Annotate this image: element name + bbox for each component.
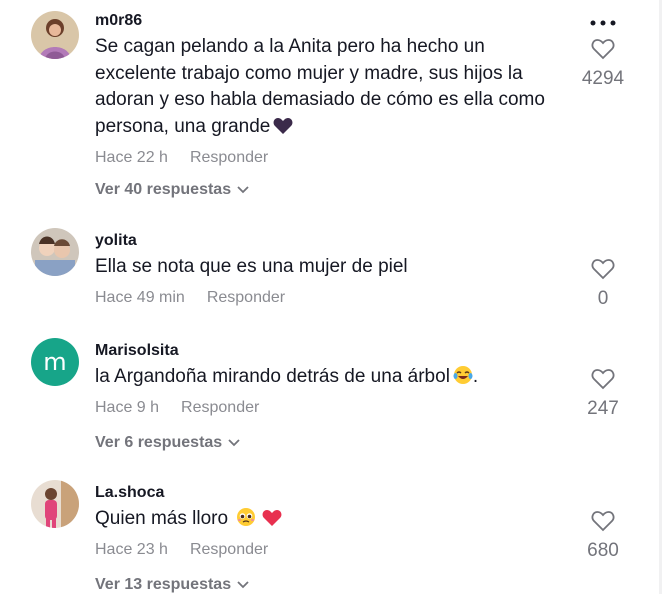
comment-time: Hace 22 h [95, 149, 168, 166]
comment-item: m0r86 Se cagan pelando a la Anita pero h… [0, 0, 662, 210]
more-options-icon[interactable] [589, 14, 617, 32]
comment-username[interactable]: Marisolsita [95, 342, 179, 360]
view-replies-button[interactable]: Ver 40 respuestas [95, 181, 249, 199]
comment-text-body: Se cagan pelando a la Anita pero ha hech… [95, 36, 545, 137]
pleading-face-icon [236, 507, 256, 536]
comment-meta: Hace 22 h Responder [95, 149, 268, 167]
avatar[interactable] [31, 228, 79, 276]
like-count: 680 [587, 540, 619, 561]
view-replies-label: Ver 6 respuestas [95, 434, 223, 452]
view-replies-button[interactable]: Ver 13 respuestas [95, 576, 249, 594]
chevron-down-icon [237, 181, 249, 199]
comment-time: Hace 49 min [95, 289, 185, 306]
laughing-tears-icon [453, 365, 473, 394]
comment-text-body: Quien más lloro [95, 508, 229, 529]
like-group: 247 [568, 368, 638, 420]
like-count: 247 [587, 398, 619, 419]
view-replies-label: Ver 13 respuestas [95, 576, 232, 594]
comment-item: La.shoca Quien más lloro Hace 23 h Respon… [0, 476, 662, 594]
comment-meta: Hace 49 min Responder [95, 289, 285, 307]
comment-meta: Hace 9 h Responder [95, 399, 259, 417]
like-group: 0 [568, 258, 638, 310]
comment-text: Se cagan pelando a la Anita pero ha hech… [95, 34, 555, 143]
avatar-initial: m [43, 348, 67, 376]
chevron-down-icon [237, 576, 249, 594]
comment-text-suffix: . [472, 366, 479, 387]
like-count: 4294 [581, 68, 625, 89]
avatar[interactable] [31, 480, 79, 528]
reply-button[interactable]: Responder [181, 399, 259, 416]
comment-username[interactable]: yolita [95, 232, 137, 250]
comment-meta: Hace 23 h Responder [95, 541, 268, 559]
avatar[interactable] [31, 11, 79, 59]
heart-icon[interactable] [568, 258, 638, 285]
comment-text-body: la Argandoña mirando detrás de una árbol [95, 366, 450, 387]
like-group: 680 [568, 510, 638, 562]
view-replies-label: Ver 40 respuestas [95, 181, 232, 199]
red-heart-icon [262, 509, 282, 536]
like-count: 0 [597, 288, 609, 309]
comment-text: la Argandoña mirando detrás de una árbol… [95, 364, 555, 394]
comment-item: m Marisolsita la Argandoña mirando detrá… [0, 334, 662, 464]
reply-button[interactable]: Responder [207, 289, 285, 306]
comment-time: Hace 23 h [95, 541, 168, 558]
comment-time: Hace 9 h [95, 399, 160, 416]
chevron-down-icon [228, 434, 240, 452]
comment-username[interactable]: La.shoca [95, 484, 164, 502]
comment-item: yolita Ella se nota que es una mujer de … [0, 224, 662, 324]
heart-icon[interactable] [568, 510, 638, 537]
like-group: 4294 [568, 38, 638, 90]
view-replies-button[interactable]: Ver 6 respuestas [95, 434, 240, 452]
black-heart-icon [273, 117, 293, 144]
comment-text: Ella se nota que es una mujer de piel [95, 256, 408, 277]
avatar[interactable]: m [31, 338, 79, 386]
comment-username[interactable]: m0r86 [95, 12, 142, 30]
comment-text: Quien más lloro [95, 506, 555, 536]
reply-button[interactable]: Responder [190, 541, 268, 558]
reply-button[interactable]: Responder [190, 149, 268, 166]
heart-icon[interactable] [568, 38, 638, 65]
heart-icon[interactable] [568, 368, 638, 395]
